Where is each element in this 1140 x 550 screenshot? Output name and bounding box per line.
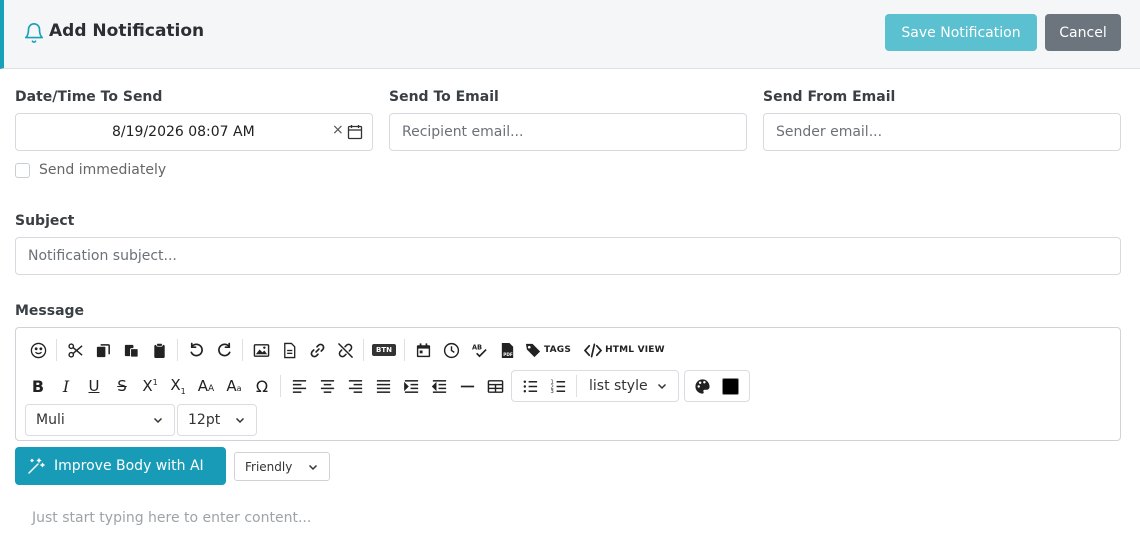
clock-icon[interactable] xyxy=(437,336,465,364)
italic-icon[interactable]: I xyxy=(52,372,80,400)
message-label: Message xyxy=(15,303,85,319)
table-icon[interactable] xyxy=(481,372,509,400)
html-view-label: HTML VIEW xyxy=(605,345,665,355)
button-insert-icon[interactable]: BTN xyxy=(368,336,400,364)
align-left-icon[interactable] xyxy=(285,372,313,400)
document-icon[interactable] xyxy=(275,336,303,364)
toolbar-divider xyxy=(177,339,178,361)
toolbar-divider xyxy=(363,339,364,361)
redo-icon[interactable] xyxy=(210,336,238,364)
improve-body-ai-label: Improve Body with AI xyxy=(54,458,204,474)
pdf-icon[interactable]: PDF xyxy=(493,336,521,364)
color-group xyxy=(683,370,750,402)
date-time-value: 8/19/2026 08:07 AM xyxy=(112,124,255,140)
align-center-icon[interactable] xyxy=(313,372,341,400)
undo-icon[interactable] xyxy=(182,336,210,364)
superscript-icon[interactable]: X1 xyxy=(136,372,164,400)
chevron-down-icon xyxy=(308,464,318,470)
horizontal-rule-icon[interactable] xyxy=(453,372,481,400)
copy-icon[interactable] xyxy=(89,336,117,364)
bell-icon xyxy=(23,22,45,44)
font-family-value: Muli xyxy=(36,412,65,428)
strikethrough-icon[interactable]: S xyxy=(108,372,136,400)
magic-wand-icon xyxy=(28,458,45,474)
font-size-value: 12pt xyxy=(188,412,221,428)
sender-email-input[interactable] xyxy=(763,113,1121,151)
html-view-button[interactable]: HTML VIEW xyxy=(579,336,669,364)
recipient-email-input[interactable] xyxy=(389,113,747,151)
align-justify-icon[interactable] xyxy=(369,372,397,400)
font-family-dropdown[interactable]: Muli xyxy=(25,404,175,436)
subject-input[interactable] xyxy=(15,237,1121,275)
save-notification-button[interactable]: Save Notification xyxy=(885,14,1037,51)
toolbar-divider xyxy=(404,339,405,361)
emoji-icon[interactable] xyxy=(24,336,52,364)
bold-icon[interactable]: B xyxy=(24,372,52,400)
cut-icon[interactable] xyxy=(61,336,89,364)
rich-text-editor-toolbar: BTN AB PDF TAGS HTML VIEW B I U S X1 X1 xyxy=(15,327,1121,441)
subscript-icon[interactable]: X1 xyxy=(164,372,192,400)
link-icon[interactable] xyxy=(303,336,331,364)
page-title: Add Notification xyxy=(49,21,205,41)
tone-dropdown[interactable]: Friendly xyxy=(234,452,330,481)
tags-label: TAGS xyxy=(544,345,572,355)
clear-date-icon[interactable]: × xyxy=(332,122,344,138)
list-group: 123 list style xyxy=(511,370,679,402)
date-time-label: Date/Time To Send xyxy=(15,89,163,105)
spellcheck-icon[interactable]: AB xyxy=(465,336,493,364)
bullet-list-icon[interactable] xyxy=(516,372,544,400)
chevron-down-icon xyxy=(657,383,666,390)
date-time-field[interactable]: 8/19/2026 08:07 AM × xyxy=(15,113,373,151)
editor-content-placeholder[interactable]: Just start typing here to enter content.… xyxy=(32,510,311,526)
special-character-icon[interactable]: Ω xyxy=(248,372,276,400)
toolbar-row-2: B I U S X1 X1 AA Aa Ω 1 2 3 list style xyxy=(24,370,750,402)
send-from-label: Send From Email xyxy=(763,89,896,105)
svg-text:PDF: PDF xyxy=(503,352,513,358)
improve-body-ai-button[interactable]: Improve Body with AI xyxy=(15,447,226,485)
font-size-increase-icon[interactable]: AA xyxy=(192,372,220,400)
svg-text:3: 3 xyxy=(550,389,553,395)
toolbar-row-1: BTN AB PDF TAGS HTML VIEW xyxy=(24,336,669,364)
text-color-swatch[interactable] xyxy=(717,372,745,400)
list-style-label: list style xyxy=(589,378,648,394)
toolbar-divider xyxy=(56,339,57,361)
clipboard-icon[interactable] xyxy=(145,336,173,364)
align-right-icon[interactable] xyxy=(341,372,369,400)
btn-badge: BTN xyxy=(372,344,396,356)
subject-label: Subject xyxy=(15,213,75,229)
underline-icon[interactable]: U xyxy=(80,372,108,400)
toolbar-divider xyxy=(280,375,281,397)
font-size-decrease-icon[interactable]: Aa xyxy=(220,372,248,400)
toolbar-divider xyxy=(242,339,243,361)
toolbar-divider xyxy=(576,375,577,397)
outdent-icon[interactable] xyxy=(425,372,453,400)
tags-button[interactable]: TAGS xyxy=(521,336,575,364)
toolbar-row-3: Muli 12pt xyxy=(24,404,257,436)
send-to-label: Send To Email xyxy=(389,89,499,105)
unlink-icon[interactable] xyxy=(331,336,359,364)
chevron-down-icon xyxy=(235,417,245,424)
list-style-dropdown[interactable]: list style xyxy=(581,378,674,394)
send-immediately-label: Send immediately xyxy=(39,162,167,178)
page-header: Add Notification Save Notification Cance… xyxy=(0,0,1140,69)
tone-value: Friendly xyxy=(245,459,293,474)
image-icon[interactable] xyxy=(247,336,275,364)
chevron-down-icon xyxy=(153,417,163,424)
cancel-button[interactable]: Cancel xyxy=(1045,14,1121,51)
calendar-insert-icon[interactable] xyxy=(409,336,437,364)
font-size-dropdown[interactable]: 12pt xyxy=(177,404,257,436)
send-immediately-option[interactable]: Send immediately xyxy=(15,162,166,178)
numbered-list-icon[interactable]: 123 xyxy=(544,372,572,400)
svg-text:AB: AB xyxy=(471,343,481,351)
paste-icon[interactable] xyxy=(117,336,145,364)
send-immediately-checkbox[interactable] xyxy=(15,162,30,178)
indent-icon[interactable] xyxy=(397,372,425,400)
calendar-icon[interactable] xyxy=(347,124,363,140)
palette-icon[interactable] xyxy=(689,372,717,400)
